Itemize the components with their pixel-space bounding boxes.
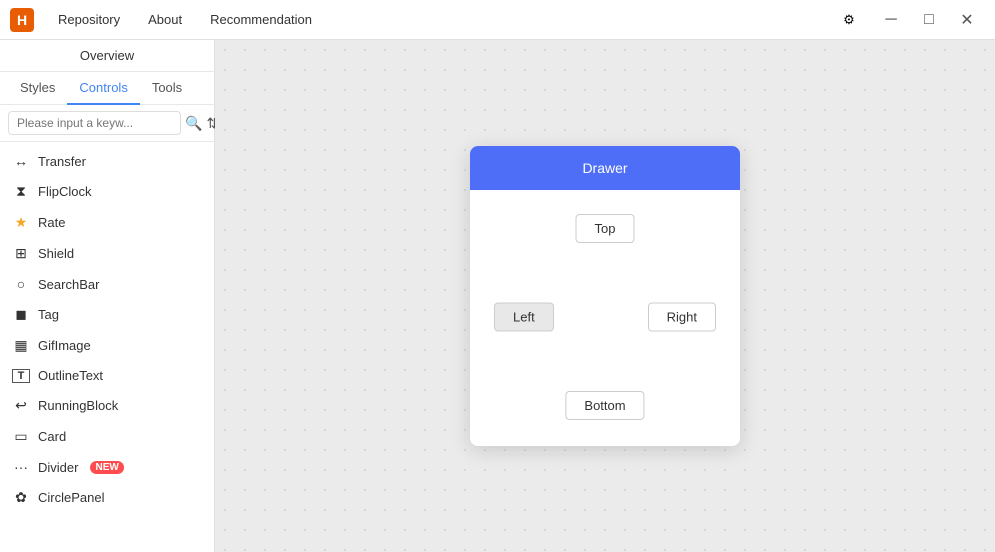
drawer-demo: Drawer Top Right Bottom Left: [470, 146, 740, 446]
flipclock-icon: ⧗: [12, 183, 30, 200]
close-button[interactable]: ✕: [949, 6, 985, 34]
app-body: Overview Styles Controls Tools 🔍 ⇅ ↔ Tra…: [0, 40, 995, 552]
sidebar-item-label: Card: [38, 429, 66, 444]
sidebar-item-searchbar[interactable]: ○ SearchBar: [0, 269, 214, 299]
sidebar-item-label: OutlineText: [38, 368, 103, 383]
drawer-body: Top Right Bottom Left: [470, 190, 740, 444]
window-controls: ─ □ ✕: [873, 6, 985, 34]
sidebar-overview-label: Overview: [0, 40, 214, 72]
sidebar-item-gifimage[interactable]: ▦ GifImage: [0, 330, 214, 361]
sidebar-item-label: FlipClock: [38, 184, 91, 199]
sidebar-item-transfer[interactable]: ↔ Transfer: [0, 146, 214, 176]
sidebar-tabs: Styles Controls Tools: [0, 72, 214, 105]
main-content: Drawer Top Right Bottom Left: [215, 40, 995, 552]
drawer-header: Drawer: [470, 146, 740, 190]
runningblock-icon: ↩: [12, 397, 30, 414]
sidebar-item-label: GifImage: [38, 338, 91, 353]
sidebar-item-outlinetext[interactable]: T OutlineText: [0, 361, 214, 390]
tab-controls[interactable]: Controls: [67, 72, 139, 105]
tab-tools[interactable]: Tools: [140, 72, 194, 105]
sidebar-item-label: Shield: [38, 246, 74, 261]
divider-icon: ···: [12, 459, 30, 475]
sidebar-item-label: Tag: [38, 307, 59, 322]
titlebar: H Repository About Recommendation ⚙ ─ □ …: [0, 0, 995, 40]
rate-icon: ★: [12, 214, 30, 231]
sidebar-item-label: Divider: [38, 460, 78, 475]
sidebar-item-shield[interactable]: ⊞ Shield: [0, 238, 214, 269]
nav-about[interactable]: About: [136, 8, 194, 31]
minimize-button[interactable]: ─: [873, 6, 909, 34]
sidebar-list: ↔ Transfer ⧗ FlipClock ★ Rate ⊞ Shield ○…: [0, 142, 214, 552]
drawer-bottom-button[interactable]: Bottom: [565, 391, 644, 420]
card-icon: ▭: [12, 428, 30, 445]
titlebar-nav: Repository About Recommendation: [46, 8, 833, 31]
sidebar-item-rate[interactable]: ★ Rate: [0, 207, 214, 238]
sidebar-item-label: SearchBar: [38, 277, 99, 292]
sidebar-item-divider[interactable]: ··· Divider NEW: [0, 452, 214, 482]
sidebar-item-label: CirclePanel: [38, 490, 104, 505]
circlepanel-icon: ✿: [12, 489, 30, 506]
sidebar-item-flipclock[interactable]: ⧗ FlipClock: [0, 176, 214, 207]
searchbar-icon: ○: [12, 276, 30, 292]
app-logo: H: [10, 8, 34, 32]
outlinetext-icon: T: [12, 369, 30, 383]
search-icon[interactable]: 🔍: [185, 111, 202, 135]
shield-icon: ⊞: [12, 245, 30, 262]
sidebar-item-label: Transfer: [38, 154, 86, 169]
sidebar-search-bar: 🔍 ⇅: [0, 105, 214, 142]
nav-repository[interactable]: Repository: [46, 8, 132, 31]
sidebar-item-circlepanel[interactable]: ✿ CirclePanel: [0, 482, 214, 513]
sidebar: Overview Styles Controls Tools 🔍 ⇅ ↔ Tra…: [0, 40, 215, 552]
new-badge: NEW: [90, 461, 123, 474]
maximize-button[interactable]: □: [911, 6, 947, 34]
sidebar-item-runningblock[interactable]: ↩ RunningBlock: [0, 390, 214, 421]
sidebar-item-label: RunningBlock: [38, 398, 118, 413]
search-input[interactable]: [8, 111, 181, 135]
drawer-top-button[interactable]: Top: [576, 214, 635, 243]
sidebar-item-tag[interactable]: ◼ Tag: [0, 299, 214, 330]
settings-icon[interactable]: ⚙: [833, 4, 865, 36]
tag-icon: ◼: [12, 306, 30, 323]
sidebar-item-label: Rate: [38, 215, 65, 230]
drawer-left-button[interactable]: Left: [494, 303, 554, 332]
drawer-right-button[interactable]: Right: [648, 303, 716, 332]
tab-styles[interactable]: Styles: [8, 72, 67, 105]
transfer-icon: ↔: [12, 153, 30, 169]
gifimage-icon: ▦: [12, 337, 30, 354]
sidebar-item-card[interactable]: ▭ Card: [0, 421, 214, 452]
nav-recommendation[interactable]: Recommendation: [198, 8, 324, 31]
